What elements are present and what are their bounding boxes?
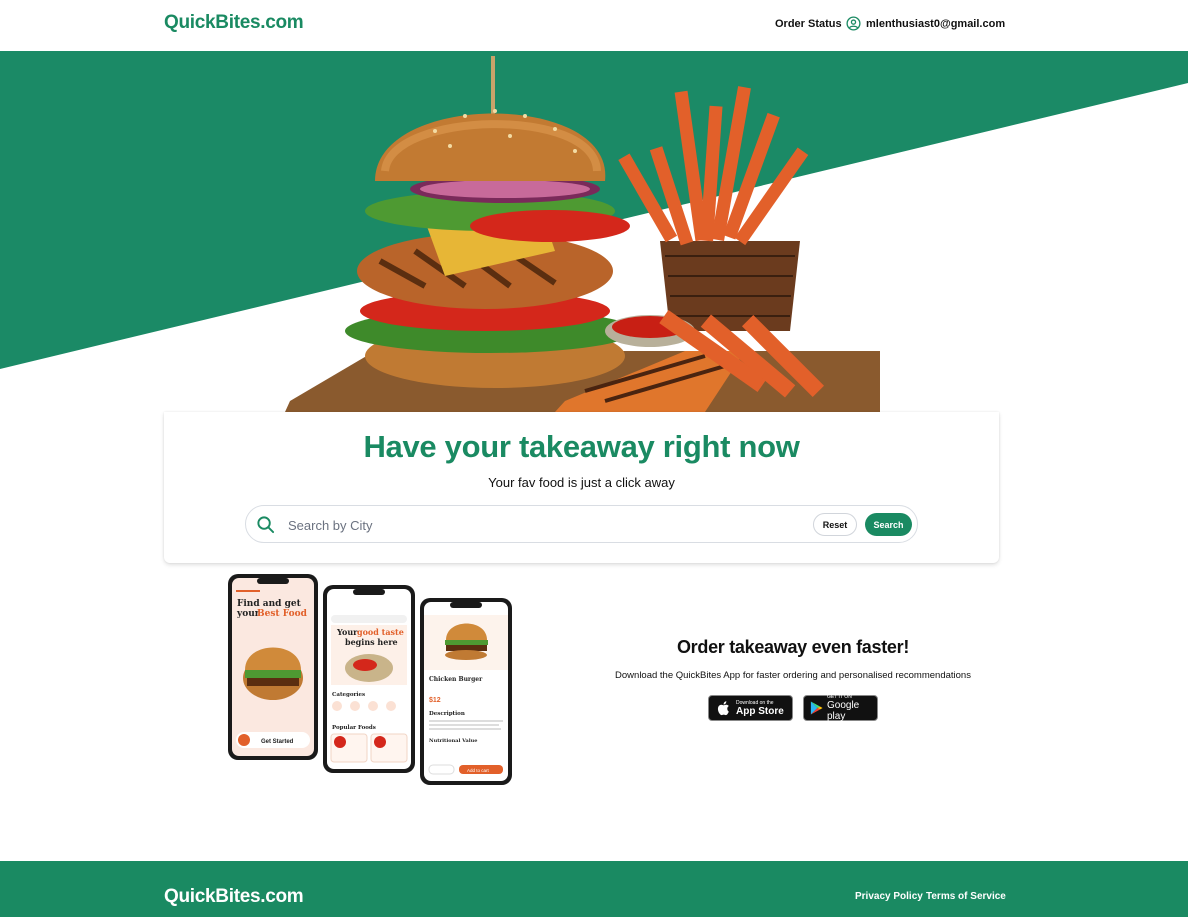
search-card: Have your takeaway right now Your fav fo… (164, 412, 999, 563)
hero-banner (0, 51, 1188, 412)
promo-title: Order takeaway even faster! (676, 637, 910, 657)
promo-text: Download the QuickBites App for faster o… (615, 670, 971, 681)
burger-fries-image (285, 56, 880, 412)
phone2-title-c: begins here (345, 637, 398, 647)
terms-of-service-link[interactable]: Terms of Service (926, 891, 1006, 902)
search-icon (257, 516, 275, 534)
apple-icon (717, 701, 729, 716)
footer-logo[interactable]: QuickBites.com (164, 886, 304, 908)
phone3-price: $12 (429, 697, 441, 704)
phone2-title-a: Your (336, 627, 358, 637)
google-play-button[interactable]: GET IT ON Google play (803, 694, 878, 722)
hero-subline: Your fav food is just a click away (488, 475, 675, 490)
site-header: QuickBites.com Order Status mlenthusiast… (0, 0, 1188, 51)
user-menu[interactable]: mlenthusiast0@gmail.com (846, 16, 1005, 31)
user-email: mlenthusiast0@gmail.com (866, 17, 1006, 30)
app-store-label: App Store (736, 705, 784, 717)
app-store-button[interactable]: Download on the App Store (708, 695, 793, 721)
reset-button[interactable]: Reset (813, 513, 857, 536)
search-button[interactable]: Search (865, 513, 912, 536)
phone3-description: Description (429, 711, 465, 717)
phone3-add: Add to cart (467, 768, 490, 773)
phone1-title-a: Find and get (237, 599, 302, 609)
phone2-categories: Categories (332, 692, 365, 698)
search-bar: Reset Search (245, 505, 918, 543)
phone3-nutrition: Nutritional Value (429, 738, 477, 744)
app-mockup-image: Find and get your Best Food Get Started … (228, 574, 512, 785)
hero-headline: Have your takeaway right now (363, 429, 800, 464)
phone1-title-c: Best Food (257, 609, 308, 619)
city-search-input[interactable] (288, 514, 788, 536)
site-logo[interactable]: QuickBites.com (164, 12, 304, 34)
phone2-popular: Popular Foods (332, 725, 376, 731)
phone2-title-b: good taste (357, 627, 404, 637)
google-play-icon (810, 701, 823, 715)
privacy-policy-link[interactable]: Privacy Policy (855, 891, 923, 902)
order-status-link[interactable]: Order Status (775, 18, 842, 30)
phone3-item: Chicken Burger (429, 676, 483, 683)
phone1-cta: Get Started (261, 739, 294, 745)
site-footer: QuickBites.com Privacy Policy Terms of S… (0, 861, 1188, 917)
user-circle-icon (846, 16, 861, 31)
google-play-label: Google play (826, 700, 860, 722)
